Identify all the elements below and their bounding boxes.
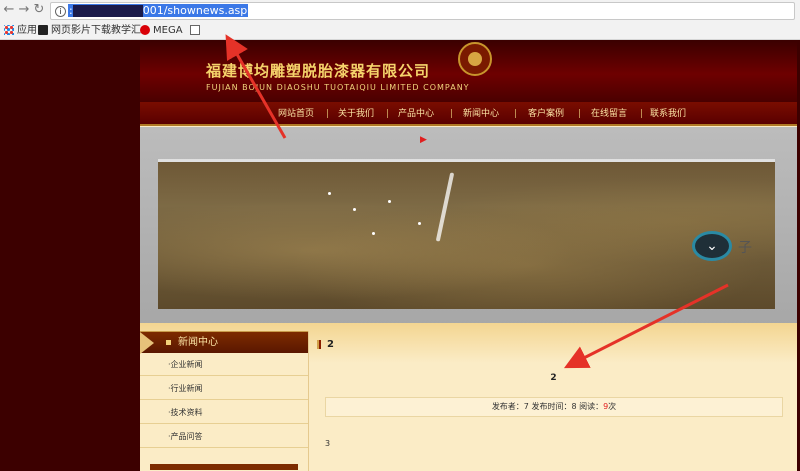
article-meta: 发布者：7 发布时间：8 阅读：9次 bbox=[325, 397, 783, 417]
sidebar-title-label: 新闻中心 bbox=[178, 337, 218, 348]
sidebar-item-product-qa[interactable]: ·产品问答 bbox=[140, 425, 308, 448]
sidebar: 新闻中心 ·企业新闻 ·行业新闻 ·技术资料 ·产品问答 bbox=[140, 331, 308, 471]
url-text: 001/shownews.asp bbox=[142, 4, 248, 17]
bookmark-apps[interactable]: 应用 bbox=[4, 22, 37, 39]
bookmark-video[interactable]: 网页影片下载教学汇 bbox=[38, 22, 141, 39]
banner-badge-text: 子 bbox=[738, 240, 752, 256]
sparkle bbox=[353, 208, 356, 211]
company-name-cn: 福建博均雕塑脱胎漆器有限公司 bbox=[206, 62, 431, 80]
sparkle bbox=[418, 222, 421, 225]
title-marker-icon bbox=[317, 339, 321, 349]
browser-chrome: ← → ↻ i:001/shownews.asp 应用 网页影片下载教学汇 ME… bbox=[0, 0, 800, 40]
relief-mural-image bbox=[158, 159, 775, 309]
website: 福建博均雕塑脱胎漆器有限公司 FUJIAN BOJUN DIAOSHU TUOT… bbox=[140, 40, 797, 471]
article-headline: 2 bbox=[550, 373, 557, 383]
eye-badge-icon[interactable]: ⌄ bbox=[692, 231, 732, 261]
slide-arrow-icon[interactable]: ▶ bbox=[420, 135, 427, 145]
apps-icon bbox=[4, 25, 14, 35]
forward-button[interactable]: → bbox=[17, 3, 31, 17]
nav-separator: | bbox=[514, 109, 518, 119]
section-title-label: 2 bbox=[327, 339, 334, 350]
company-name-en: FUJIAN BOJUN DIAOSHU TUOTAIQIU LIMITED C… bbox=[206, 83, 470, 92]
nav-separator: | bbox=[386, 109, 390, 119]
nav-separator: | bbox=[326, 109, 330, 119]
section-title: 2 bbox=[317, 339, 334, 350]
article-content: 2 2 发布者：7 发布时间：8 阅读：9次 3 bbox=[308, 331, 797, 471]
redacted-host bbox=[72, 5, 143, 17]
page-icon bbox=[190, 25, 200, 35]
nav-products[interactable]: 产品中心 bbox=[398, 102, 434, 126]
nav-separator: | bbox=[450, 109, 454, 119]
sidebar-item-industry-news[interactable]: ·行业新闻 bbox=[140, 377, 308, 400]
bullet-icon bbox=[166, 340, 171, 345]
nav-cases[interactable]: 客户案例 bbox=[528, 102, 564, 126]
meta-text: 发布者：7 发布时间：8 阅读： bbox=[491, 402, 604, 411]
sparkle bbox=[328, 192, 331, 195]
emblem-icon bbox=[458, 42, 492, 76]
nav-message[interactable]: 在线留言 bbox=[591, 102, 627, 126]
bookmark-label: MEGA bbox=[153, 25, 183, 36]
nav-contact[interactable]: 联系我们 bbox=[650, 102, 686, 126]
sidebar-item-company-news[interactable]: ·企业新闻 bbox=[140, 353, 308, 376]
bookmark-mega[interactable]: MEGA bbox=[140, 22, 183, 39]
url-highlight: :001/shownews.asp bbox=[68, 4, 249, 17]
hero-banner: ▶ ⌄ 子 bbox=[140, 127, 797, 363]
reload-button[interactable]: ↻ bbox=[32, 3, 46, 17]
nav-about[interactable]: 关于我们 bbox=[338, 102, 374, 126]
sidebar-item-tech-docs[interactable]: ·技术资料 bbox=[140, 401, 308, 424]
bookmark-page[interactable] bbox=[190, 22, 203, 39]
sparkle bbox=[388, 200, 391, 203]
tab-arrow-icon bbox=[140, 332, 154, 354]
info-icon[interactable]: i bbox=[55, 5, 66, 17]
nav-home[interactable]: 网站首页 bbox=[278, 102, 314, 126]
sidebar-footer-bar bbox=[150, 464, 298, 470]
left-background bbox=[0, 40, 140, 471]
article-body: 3 bbox=[325, 439, 331, 448]
bookmark-label: 网页影片下载教学汇 bbox=[51, 25, 141, 36]
mega-icon bbox=[140, 25, 150, 35]
nav-separator: | bbox=[578, 109, 582, 119]
bookmark-label: 应用 bbox=[17, 25, 37, 36]
address-bar[interactable]: i:001/shownews.asp bbox=[50, 2, 795, 20]
main-nav: 网站首页 | 关于我们 | 产品中心 | 新闻中心 | 客户案例 | 在线留言 … bbox=[140, 102, 797, 126]
nav-separator: | bbox=[640, 109, 644, 119]
meta-suffix: 次 bbox=[608, 402, 617, 411]
nav-news[interactable]: 新闻中心 bbox=[463, 102, 499, 126]
sparkle bbox=[372, 232, 375, 235]
relief-texture bbox=[158, 162, 775, 309]
sidebar-title: 新闻中心 bbox=[140, 331, 308, 354]
site-header: 福建博均雕塑脱胎漆器有限公司 FUJIAN BOJUN DIAOSHU TUOT… bbox=[140, 40, 797, 102]
bookmarks-bar: 应用 网页影片下载教学汇 MEGA bbox=[0, 22, 800, 39]
back-button[interactable]: ← bbox=[2, 3, 16, 17]
video-icon bbox=[38, 25, 48, 35]
